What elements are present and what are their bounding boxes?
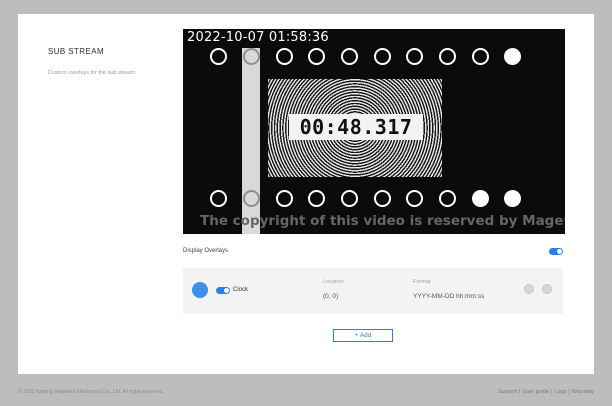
section-description: Custom overlays for the sub stream. <box>48 70 137 76</box>
location-value: (0, 0) <box>323 293 339 300</box>
pattern-circle <box>406 48 423 65</box>
footer-copyright: © 2022 Nanjing Magewell Electronics Co.,… <box>18 389 164 395</box>
footer-link-support[interactable]: Support <box>498 389 517 395</box>
preview-timestamp: 2022-10-07 01:58:36 <box>187 30 329 45</box>
format-value: YYYY-MM-DD hh:mm:ss <box>413 293 485 300</box>
video-preview: 00:48.317 2022-10-07 01:58:36 The copyri… <box>183 29 565 234</box>
pattern-circle <box>439 48 456 65</box>
pattern-circle <box>341 190 358 207</box>
overlay-enable-toggle[interactable] <box>216 287 230 294</box>
watermark-text: The copyright of this video is reserved … <box>200 213 565 229</box>
delete-icon[interactable] <box>542 284 552 294</box>
section-title: SUB STREAM <box>48 47 105 56</box>
pattern-circle <box>276 190 293 207</box>
pattern-circle <box>504 190 521 207</box>
pattern-circle <box>210 190 227 207</box>
footer-link-warranty[interactable]: Warranty <box>572 389 594 395</box>
pattern-circle <box>308 190 325 207</box>
pattern-circle <box>341 48 358 65</box>
footer-link-user-guide[interactable]: User guide <box>522 389 549 395</box>
pattern-circle <box>472 48 489 65</box>
display-overlays-toggle[interactable] <box>549 248 563 255</box>
pattern-circle <box>406 190 423 207</box>
location-label: Location <box>323 279 344 285</box>
pattern-circle <box>374 190 391 207</box>
pattern-circle <box>374 48 391 65</box>
pattern-circle <box>472 190 489 207</box>
pattern-circle <box>504 48 521 65</box>
format-label: Format <box>413 279 431 285</box>
pattern-circle <box>276 48 293 65</box>
footer-links: Support | User guide | Logs | Warranty <box>497 389 594 395</box>
pattern-circle <box>210 48 227 65</box>
display-overlays-label: Display Overlays <box>183 248 229 254</box>
edit-icon[interactable] <box>524 284 534 294</box>
pattern-circle <box>243 190 260 207</box>
footer-link-logs[interactable]: Logs <box>555 389 567 395</box>
add-overlay-button[interactable]: + Add <box>333 329 393 342</box>
overlay-color-swatch[interactable] <box>192 282 208 298</box>
overlay-item: Clock Location (0, 0) Format YYYY-MM-DD … <box>183 268 563 314</box>
pattern-circle <box>439 190 456 207</box>
overlay-type-label: Clock <box>233 287 249 293</box>
clock-overlay-timer: 00:48.317 <box>289 114 423 140</box>
pattern-circle <box>243 48 260 65</box>
pattern-circle <box>308 48 325 65</box>
